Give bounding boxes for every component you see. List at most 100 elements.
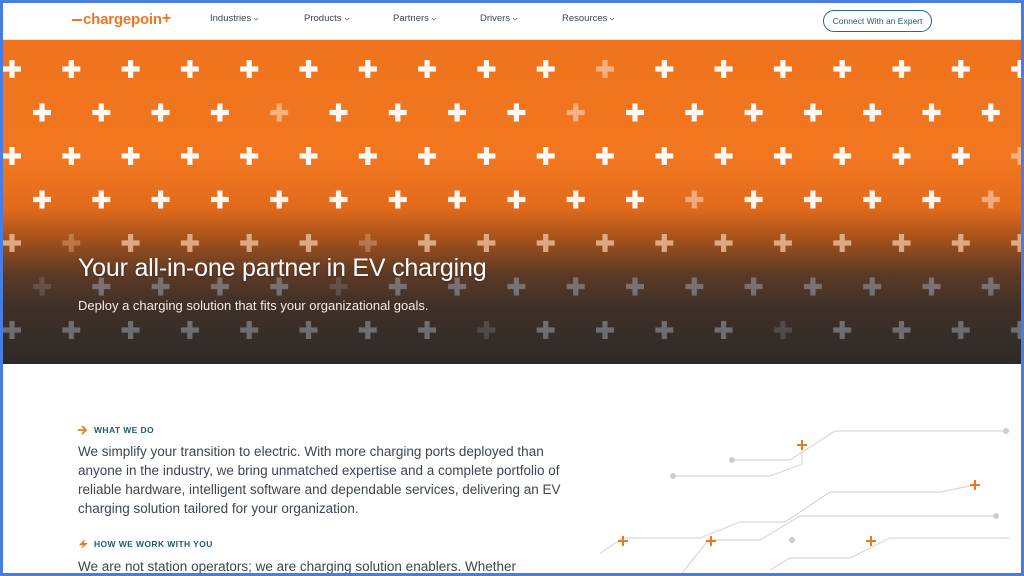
plus-icon xyxy=(833,234,852,252)
plus-icon xyxy=(180,234,199,252)
plus-icon xyxy=(863,190,882,209)
plus-icon xyxy=(151,190,170,209)
plus-icon xyxy=(951,60,970,78)
plus-pattern-background xyxy=(3,60,1024,339)
how-we-work-text: We are not station operators; we are cha… xyxy=(78,559,516,574)
plus-icon xyxy=(685,103,704,122)
plus-icon xyxy=(863,277,882,296)
plus-icon xyxy=(3,60,22,78)
plus-icon xyxy=(618,440,980,546)
plus-icon xyxy=(685,277,704,296)
plus-icon xyxy=(121,321,140,339)
plus-icon xyxy=(240,147,259,165)
plus-icon xyxy=(714,321,733,339)
section-label-text: WHAT WE DO xyxy=(94,425,155,435)
plus-icon xyxy=(626,277,645,296)
plus-icon xyxy=(536,321,555,339)
plus-icon xyxy=(62,234,81,252)
plus-icon xyxy=(596,234,615,252)
plus-icon xyxy=(180,147,199,165)
plus-icon xyxy=(655,234,674,252)
plus-icon xyxy=(92,190,111,209)
plus-icon xyxy=(803,103,822,122)
connect-expert-button[interactable]: Connect With an Expert xyxy=(823,10,932,32)
plus-icon xyxy=(92,103,111,122)
plus-icon xyxy=(536,60,555,78)
plus-icon xyxy=(151,103,170,122)
plus-icon xyxy=(3,147,22,165)
plus-icon xyxy=(596,60,615,78)
plus-icon xyxy=(1011,234,1024,252)
plus-icon xyxy=(922,190,941,209)
plus-icon xyxy=(388,103,407,122)
nav-item-partners[interactable]: Partners xyxy=(393,13,480,24)
plus-icon xyxy=(329,103,348,122)
plus-icon xyxy=(626,103,645,122)
lightning-icon xyxy=(79,539,88,549)
plus-icon xyxy=(981,277,1000,296)
plus-icon xyxy=(448,103,467,122)
chevron-down-icon xyxy=(610,17,615,21)
what-we-do-text: We simplify your transition to electric.… xyxy=(78,444,561,516)
plus-icon xyxy=(240,321,259,339)
plus-icon xyxy=(744,190,763,209)
plus-icon xyxy=(951,321,970,339)
plus-icon xyxy=(1011,321,1024,339)
chevron-down-icon xyxy=(431,17,437,21)
plus-icon xyxy=(892,147,911,165)
plus-icon xyxy=(507,277,526,296)
plus-icon xyxy=(566,277,585,296)
plus-icon xyxy=(833,147,852,165)
plus-icon xyxy=(951,234,970,252)
plus-icon xyxy=(655,60,674,78)
plus-icon xyxy=(744,277,763,296)
plus-icon xyxy=(566,190,585,209)
plus-icon xyxy=(714,147,733,165)
plus-icon xyxy=(3,234,22,252)
nav-item-industries[interactable]: Industries xyxy=(210,13,304,24)
logo-dash xyxy=(72,19,82,21)
plus-icon xyxy=(121,60,140,78)
nav-item-resources[interactable]: Resources xyxy=(562,13,652,24)
plus-icon xyxy=(1011,147,1024,165)
chargepoint-logo[interactable]: chargepoin + xyxy=(72,9,171,29)
main-nav: Industries Products Partners Drivers Res… xyxy=(210,13,652,24)
plus-icon xyxy=(299,234,318,252)
plus-icon xyxy=(981,103,1000,122)
plus-icon xyxy=(180,321,199,339)
plus-icon xyxy=(833,60,852,78)
plus-icon xyxy=(388,190,407,209)
plus-icon xyxy=(418,321,437,339)
plus-icon xyxy=(358,147,377,165)
plus-icon xyxy=(33,190,52,209)
plus-icon xyxy=(62,60,81,78)
nav-item-drivers[interactable]: Drivers xyxy=(480,13,562,24)
plus-icon xyxy=(358,234,377,252)
nav-item-products[interactable]: Products xyxy=(304,13,393,24)
plus-icon xyxy=(714,60,733,78)
plus-icon xyxy=(448,190,467,209)
hero-banner: Your all-in-one partner in EV charging D… xyxy=(0,40,1024,364)
plus-icon xyxy=(210,103,229,122)
plus-icon xyxy=(358,60,377,78)
plus-icon xyxy=(833,321,852,339)
plus-icon xyxy=(863,103,882,122)
plus-icon xyxy=(951,147,970,165)
plus-icon xyxy=(210,190,229,209)
plus-icon xyxy=(922,277,941,296)
site-header: chargepoin + Industries Products Partner… xyxy=(0,0,1024,40)
plus-icon xyxy=(892,60,911,78)
logo-plus-icon: + xyxy=(161,10,172,27)
nav-item-label: Products xyxy=(304,13,342,24)
section-label-how-we-work: HOW WE WORK WITH YOU xyxy=(78,539,213,549)
plus-icon xyxy=(507,103,526,122)
plus-icon xyxy=(240,60,259,78)
plus-icon xyxy=(773,234,792,252)
chevron-down-icon xyxy=(512,17,518,21)
plus-icon xyxy=(121,147,140,165)
plus-icon xyxy=(477,60,496,78)
plus-icon xyxy=(62,147,81,165)
plus-icon xyxy=(803,277,822,296)
plus-icon xyxy=(892,234,911,252)
hero-subtitle: Deploy a charging solution that fits you… xyxy=(78,298,429,313)
